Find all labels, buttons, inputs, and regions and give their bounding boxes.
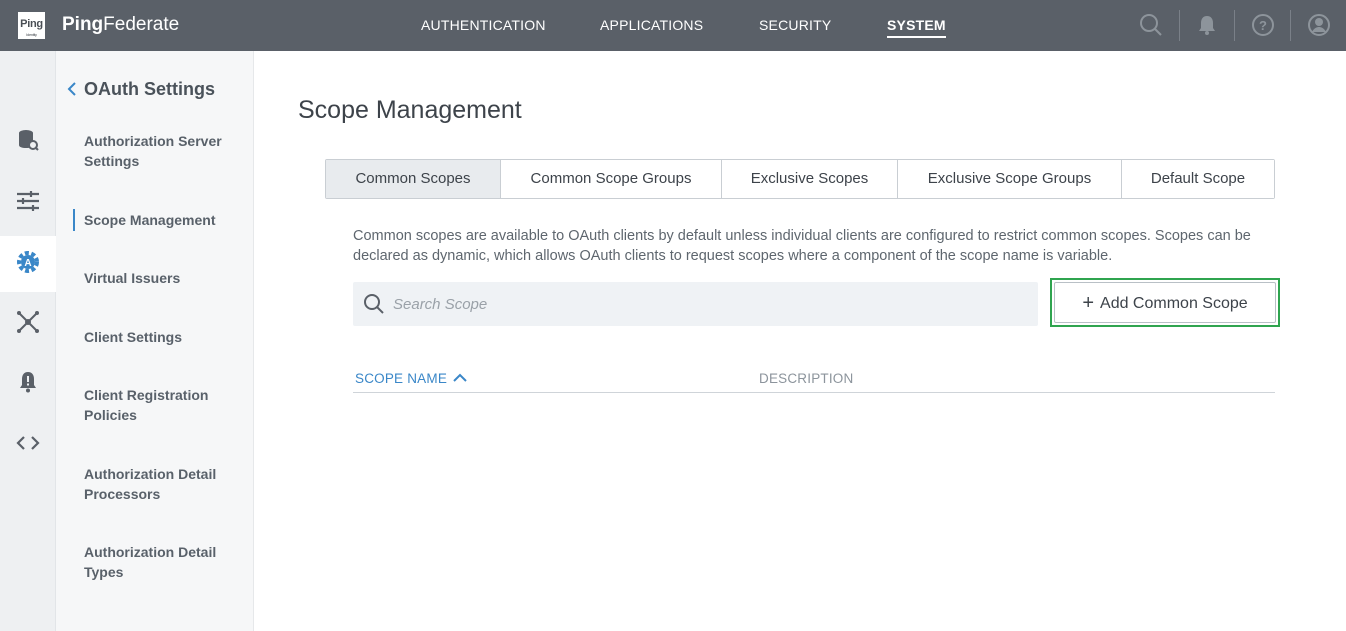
rail-oauth[interactable]: A [0, 236, 56, 292]
top-bar: Ping Identity PingFederate AUTHENTICATIO… [0, 0, 1346, 51]
scope-name-label: SCOPE NAME [355, 371, 448, 386]
sort-ascending-icon [451, 371, 467, 386]
tab-exclusive-scopes[interactable]: Exclusive Scopes [722, 160, 898, 198]
sliders-icon [16, 190, 40, 217]
plus-icon: + [1082, 292, 1095, 314]
rail-network[interactable] [0, 296, 56, 352]
subnav-title[interactable]: OAuth Settings [84, 79, 215, 100]
icon-rail: A [0, 51, 56, 631]
search-bar [353, 282, 1038, 326]
tab-common-scopes[interactable]: Common Scopes [326, 160, 501, 198]
chevron-left-icon[interactable] [66, 81, 80, 97]
subnav-item-client-registration-policies[interactable]: Client Registration Policies [84, 385, 234, 425]
add-common-scope-button[interactable]: + Add Common Scope [1054, 282, 1276, 323]
subnav-item-authorization-server-settings[interactable]: Authorization Server Settings [84, 131, 234, 171]
search-icon [363, 293, 385, 315]
network-icon [16, 310, 40, 339]
brand-rest: Federate [103, 14, 180, 35]
nav-applications[interactable]: APPLICATIONS [600, 17, 703, 33]
search-scope-input[interactable] [393, 282, 1023, 326]
subnav-item-client-settings[interactable]: Client Settings [84, 327, 234, 347]
bell-icon[interactable] [1194, 12, 1220, 38]
column-header-description[interactable]: DESCRIPTION [759, 371, 853, 386]
product-name: PingFederate [62, 14, 179, 36]
rail-developer[interactable] [0, 417, 56, 473]
add-common-scope-label: Add Common Scope [1100, 295, 1248, 312]
tab-exclusive-scope-groups[interactable]: Exclusive Scope Groups [898, 160, 1122, 198]
logo-text: Ping [20, 18, 43, 30]
subnav-item-scope-management[interactable]: Scope Management [84, 210, 234, 230]
nav-security[interactable]: SECURITY [759, 17, 831, 33]
nav-authentication[interactable]: AUTHENTICATION [421, 17, 546, 33]
section-description: Common scopes are available to OAuth cli… [353, 228, 1251, 264]
brand-bold: Ping [62, 14, 104, 35]
rail-settings-sliders[interactable] [0, 175, 56, 231]
nav-system[interactable]: SYSTEM [887, 17, 946, 38]
subnav-item-authorization-detail-processors[interactable]: Authorization Detail Processors [84, 464, 234, 504]
gear-auth-icon: A [16, 250, 40, 279]
divider [1179, 10, 1180, 41]
scope-tabs: Common Scopes Common Scope Groups Exclus… [325, 159, 1275, 199]
code-icon [16, 435, 40, 456]
user-icon[interactable] [1306, 12, 1332, 38]
help-icon[interactable]: ? [1250, 12, 1276, 38]
tab-default-scope[interactable]: Default Scope [1122, 160, 1274, 198]
database-icon [17, 129, 39, 156]
ping-logo[interactable]: Ping Identity [18, 12, 45, 39]
active-indicator [73, 209, 75, 231]
logo-subtext: Identity [26, 32, 37, 37]
divider [1234, 10, 1235, 41]
subnav-item-virtual-issuers[interactable]: Virtual Issuers [84, 268, 234, 288]
rail-alerts[interactable] [0, 356, 56, 412]
search-icon[interactable] [1138, 12, 1164, 38]
table-header-divider [353, 392, 1275, 393]
tab-common-scope-groups[interactable]: Common Scope Groups [501, 160, 722, 198]
svg-text:A: A [24, 258, 31, 269]
oauth-subnav: OAuth Settings Authorization Server Sett… [56, 51, 254, 631]
column-header-scope-name[interactable]: SCOPE NAME [355, 371, 467, 386]
page-title: Scope Management [298, 96, 522, 124]
divider [1290, 10, 1291, 41]
subnav-item-authorization-detail-types[interactable]: Authorization Detail Types [84, 542, 234, 582]
svg-text:?: ? [1259, 18, 1267, 33]
alert-bell-icon [18, 371, 38, 398]
rail-data-stores[interactable] [0, 114, 56, 170]
add-button-highlight: + Add Common Scope [1050, 278, 1280, 327]
